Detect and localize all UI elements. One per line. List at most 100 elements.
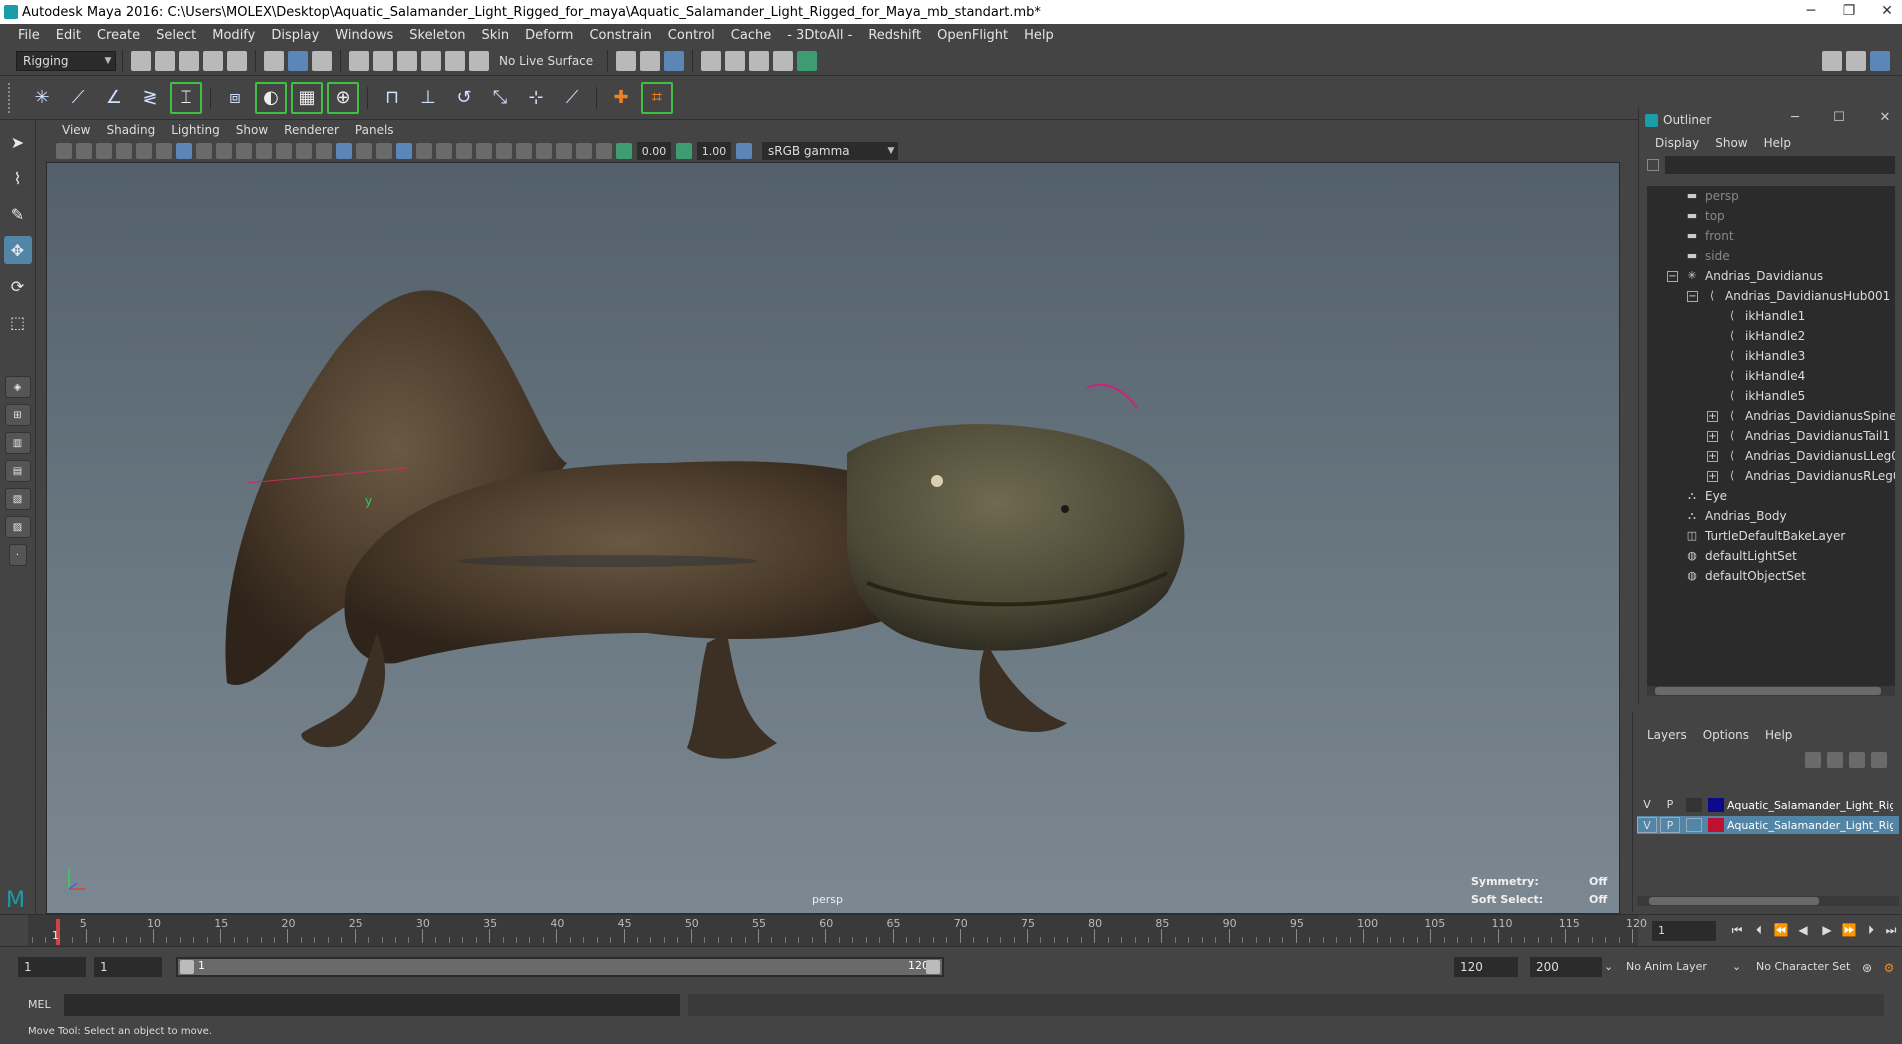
menu-skeleton[interactable]: Skeleton xyxy=(401,28,473,43)
layer-row[interactable]: V P Aquatic_Salamander_Light_Rigged xyxy=(1637,796,1899,814)
ik-handle-tool-icon[interactable]: ∠ xyxy=(98,82,130,114)
menu-windows[interactable]: Windows xyxy=(327,28,401,43)
select-camera-icon[interactable] xyxy=(56,143,72,159)
motion-blur-icon[interactable] xyxy=(476,143,492,159)
resolution-gate-icon[interactable] xyxy=(216,143,232,159)
layout-icon[interactable] xyxy=(1822,50,1842,71)
snap-surface-icon[interactable] xyxy=(445,50,465,71)
layer-menu-help[interactable]: Help xyxy=(1757,728,1800,742)
gate-mask-icon[interactable] xyxy=(236,143,252,159)
channel-box-toggle-icon[interactable] xyxy=(1846,50,1866,71)
menu-file[interactable]: File xyxy=(10,28,48,43)
outliner-item-hub[interactable]: ⟨ Andrias_DavidianusHub001 xyxy=(1705,286,1890,306)
output-ops-icon[interactable] xyxy=(640,50,661,71)
locator-tool-icon[interactable]: ✚ xyxy=(605,82,637,114)
screen-space-ao-icon[interactable] xyxy=(456,143,472,159)
undo-icon[interactable] xyxy=(203,50,223,71)
menu-help[interactable]: Help xyxy=(1016,28,1062,43)
filter-icon[interactable] xyxy=(1647,159,1659,171)
viewport-menu-view[interactable]: View xyxy=(54,123,98,137)
outliner-search-input[interactable] xyxy=(1665,156,1895,174)
viewport-menu-show[interactable]: Show xyxy=(228,123,276,137)
script-language-toggle[interactable]: MEL xyxy=(28,998,51,1011)
outliner-item-default-light-set[interactable]: ◍ defaultLightSet xyxy=(1685,546,1797,566)
textured-icon[interactable] xyxy=(396,143,412,159)
render-frame-icon[interactable] xyxy=(725,50,746,71)
default-material-icon[interactable] xyxy=(356,143,372,159)
grease-pencil-icon[interactable] xyxy=(156,143,172,159)
current-frame-field[interactable]: 1 xyxy=(1652,921,1716,941)
animation-preferences-icon[interactable]: ⚙ xyxy=(1880,959,1898,977)
outliner-item-ikhandle1[interactable]: ⟨ ikHandle1 xyxy=(1725,306,1805,326)
menu-control[interactable]: Control xyxy=(660,28,723,43)
outliner-horizontal-scrollbar[interactable] xyxy=(1647,686,1895,696)
move-tool-icon[interactable]: ✥ xyxy=(3,236,32,264)
snap-point-icon[interactable] xyxy=(397,50,417,71)
create-joints-icon[interactable]: ✳ xyxy=(26,82,58,114)
single-perspective-layout-icon[interactable]: ◈ xyxy=(4,376,31,398)
range-bar[interactable]: 1 120 xyxy=(176,957,944,977)
play-forwards-icon[interactable]: ▶ xyxy=(1818,921,1836,939)
close-button[interactable]: ✕ xyxy=(1864,0,1902,24)
layer-playback-toggle[interactable]: P xyxy=(1660,797,1680,813)
snap-live-icon[interactable] xyxy=(469,50,489,71)
scrollbar-thumb[interactable] xyxy=(1649,897,1819,905)
auto-key-icon[interactable]: ⊛ xyxy=(1858,959,1876,977)
xray-components-icon[interactable] xyxy=(596,143,612,159)
select-hierarchy-icon[interactable] xyxy=(264,50,284,71)
pole-vector-icon[interactable]: ⟋ xyxy=(556,82,588,114)
grid-icon[interactable] xyxy=(176,143,192,159)
snap-grid-icon[interactable] xyxy=(349,50,369,71)
move-layer-down-icon[interactable] xyxy=(1827,752,1843,768)
layer-color-swatch[interactable] xyxy=(1708,798,1724,812)
wireframe-icon[interactable] xyxy=(316,143,332,159)
menu-openflight[interactable]: OpenFlight xyxy=(929,28,1016,43)
go-to-end-icon[interactable]: ⏭ xyxy=(1882,921,1900,939)
new-layer-selected-icon[interactable] xyxy=(1871,752,1887,768)
safe-action-icon[interactable] xyxy=(276,143,292,159)
persp-outliner-channel-layout-icon[interactable]: ▨ xyxy=(4,516,31,538)
render-view-icon[interactable] xyxy=(701,50,722,71)
menu-skin[interactable]: Skin xyxy=(474,28,518,43)
scrollbar-thumb[interactable] xyxy=(1655,687,1881,695)
xray-joints-icon[interactable] xyxy=(576,143,592,159)
outliner-menu-display[interactable]: Display xyxy=(1647,136,1707,150)
parent-constraint-icon[interactable]: ⊹ xyxy=(520,82,552,114)
salamander-model[interactable]: y xyxy=(47,163,1620,914)
playback-start-field[interactable]: 1 xyxy=(94,957,162,977)
color-management-icon[interactable] xyxy=(736,143,752,159)
outliner-item-ikhandle2[interactable]: ⟨ ikHandle2 xyxy=(1725,326,1805,346)
ik-spline-icon[interactable]: ≷ xyxy=(134,82,166,114)
range-end-handle[interactable] xyxy=(926,960,940,974)
film-gate-icon[interactable] xyxy=(196,143,212,159)
outliner-item-ikhandle5[interactable]: ⟨ ikHandle5 xyxy=(1725,386,1805,406)
step-back-frame-icon[interactable]: ⏴ xyxy=(1750,921,1768,939)
outliner-item-andrias-davidianus[interactable]: ✳ Andrias_Davidianus xyxy=(1685,266,1823,286)
go-to-start-icon[interactable]: ⏮ xyxy=(1728,921,1746,939)
lasso-tool-icon[interactable]: ⌇ xyxy=(4,164,32,192)
snap-view-plane-icon[interactable] xyxy=(421,50,441,71)
attribute-editor-toggle-icon[interactable] xyxy=(1870,50,1890,71)
range-bar-fill[interactable] xyxy=(178,959,942,975)
redo-icon[interactable] xyxy=(227,50,247,71)
render-settings-icon[interactable] xyxy=(773,50,794,71)
outliner-item-eye[interactable]: ⛬ Eye xyxy=(1685,486,1727,506)
2d-pan-zoom-icon[interactable] xyxy=(136,143,152,159)
expand-icon[interactable]: + xyxy=(1707,431,1718,442)
gamma-icon[interactable] xyxy=(676,143,692,159)
point-constraint-icon[interactable]: ⊓ xyxy=(376,82,408,114)
save-scene-icon[interactable] xyxy=(179,50,199,71)
layer-horizontal-scrollbar[interactable] xyxy=(1637,896,1899,906)
lattice-icon[interactable]: ▦ xyxy=(291,81,323,114)
open-scene-icon[interactable] xyxy=(155,50,175,71)
layer-visibility-toggle[interactable]: V xyxy=(1637,797,1657,813)
safe-title-icon[interactable] xyxy=(296,143,312,159)
time-slider-track[interactable]: 1 5 10 15 20 25 30 35 40 45 50 55 60 65 70 75 80 85 90 95 1… xyxy=(28,915,1647,947)
field-chart-icon[interactable] xyxy=(256,143,272,159)
wireframe-on-shaded-icon[interactable] xyxy=(376,143,392,159)
anti-aliasing-icon[interactable] xyxy=(496,143,512,159)
play-backwards-icon[interactable]: ◀ xyxy=(1794,921,1812,939)
outliner-item-persp[interactable]: ▬ persp xyxy=(1685,186,1739,206)
outliner-item-side[interactable]: ▬ side xyxy=(1685,246,1730,266)
outliner-item-turtle-bake-layer[interactable]: ◫ TurtleDefaultBakeLayer xyxy=(1685,526,1845,546)
